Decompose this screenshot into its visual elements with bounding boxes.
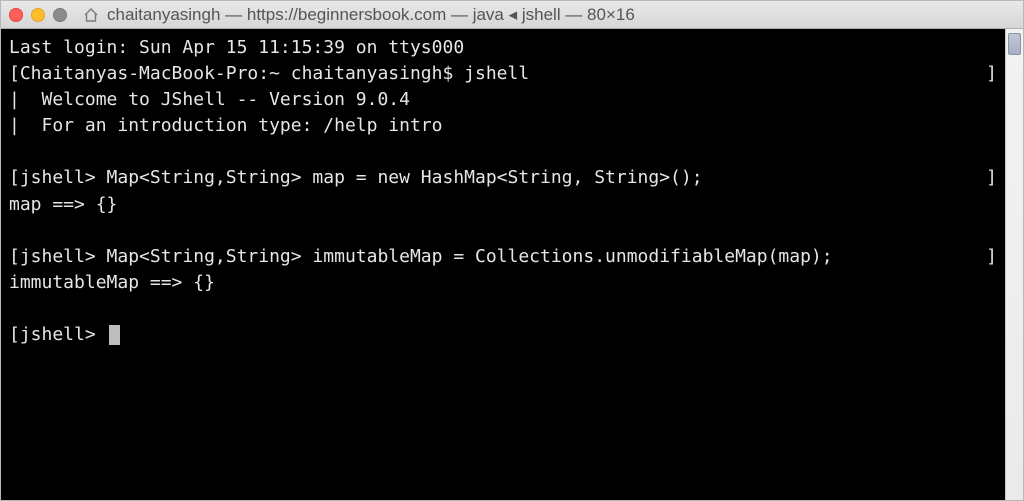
terminal-line: Last login: Sun Apr 15 11:15:39 on ttys0…: [9, 37, 464, 58]
terminal-line: | For an introduction type: /help intro: [9, 115, 442, 136]
right-bracket-glyph: ]: [986, 244, 997, 270]
close-button[interactable]: [9, 8, 23, 22]
window-title: chaitanyasingh — https://beginnersbook.c…: [107, 5, 635, 25]
terminal-line: [jshell> Map<String,String> map = new Ha…: [9, 167, 703, 188]
cursor: [109, 325, 120, 345]
maximize-button[interactable]: [53, 8, 67, 22]
minimize-button[interactable]: [31, 8, 45, 22]
terminal-window: chaitanyasingh — https://beginnersbook.c…: [0, 0, 1024, 501]
terminal-area: Last login: Sun Apr 15 11:15:39 on ttys0…: [1, 29, 1023, 500]
terminal-prompt: [jshell>: [9, 324, 107, 345]
terminal-body[interactable]: Last login: Sun Apr 15 11:15:39 on ttys0…: [1, 29, 1005, 500]
titlebar[interactable]: chaitanyasingh — https://beginnersbook.c…: [1, 1, 1023, 29]
home-icon: [83, 7, 99, 23]
right-bracket-glyph: ]: [986, 61, 997, 87]
terminal-line: | Welcome to JShell -- Version 9.0.4: [9, 89, 410, 110]
terminal-line: map ==> {}: [9, 194, 117, 215]
terminal-line: [jshell> Map<String,String> immutableMap…: [9, 246, 833, 267]
right-bracket-glyph: ]: [986, 165, 997, 191]
scrollbar[interactable]: [1005, 29, 1023, 500]
window-controls: [9, 8, 67, 22]
terminal-line: immutableMap ==> {}: [9, 272, 215, 293]
scroll-thumb[interactable]: [1008, 33, 1021, 55]
terminal-line: [Chaitanyas-MacBook-Pro:~ chaitanyasingh…: [9, 63, 529, 84]
